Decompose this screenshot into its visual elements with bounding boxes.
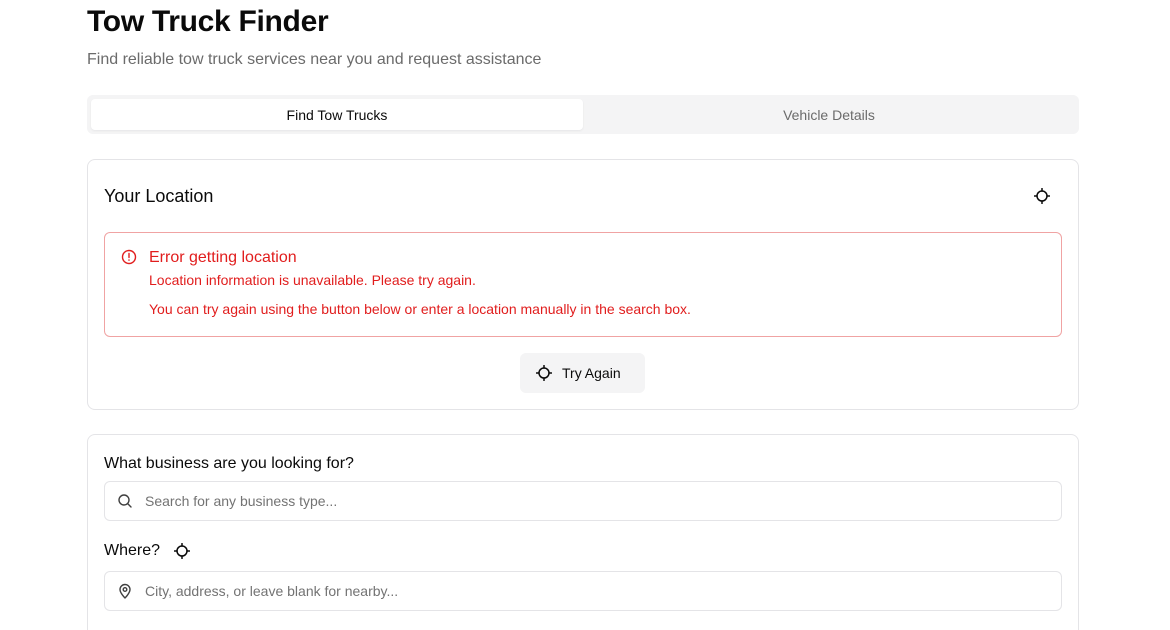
error-hint: You can try again using the button below…	[149, 301, 691, 317]
business-label: What business are you looking for?	[104, 455, 354, 472]
try-again-label: Try Again	[562, 365, 621, 381]
location-card-title: Your Location	[104, 186, 214, 206]
try-again-button[interactable]: Try Again	[520, 353, 645, 393]
error-description: Location information is unavailable. Ple…	[149, 272, 476, 288]
tab-vehicle-details[interactable]: Vehicle Details	[583, 99, 1075, 130]
crosshair-icon	[536, 365, 552, 381]
location-card: Your Location Error getting location Loc…	[87, 159, 1079, 410]
where-input[interactable]	[145, 583, 1045, 599]
page: Tow Truck Finder Find reliable tow truck…	[0, 0, 1170, 630]
tab-find-tow-trucks[interactable]: Find Tow Trucks	[91, 99, 583, 130]
where-field[interactable]	[104, 571, 1062, 611]
tab-list: Find Tow Trucks Vehicle Details	[87, 95, 1079, 134]
search-icon	[118, 494, 132, 508]
page-title: Tow Truck Finder	[87, 5, 329, 38]
where-label: Where?	[104, 542, 161, 559]
locate-me-button[interactable]	[1032, 186, 1052, 206]
alert-circle-icon	[121, 249, 137, 265]
crosshair-icon[interactable]	[174, 543, 191, 559]
map-pin-icon	[119, 583, 131, 599]
business-search-field[interactable]	[104, 481, 1062, 521]
location-error-alert: Error getting location Location informat…	[104, 232, 1062, 337]
search-card: What business are you looking for? Where…	[87, 434, 1079, 630]
crosshair-icon	[1034, 188, 1050, 204]
business-search-input[interactable]	[145, 493, 1045, 509]
error-title: Error getting location	[149, 249, 297, 266]
page-subtitle: Find reliable tow truck services near yo…	[87, 51, 542, 68]
where-row: Where?	[104, 541, 191, 561]
